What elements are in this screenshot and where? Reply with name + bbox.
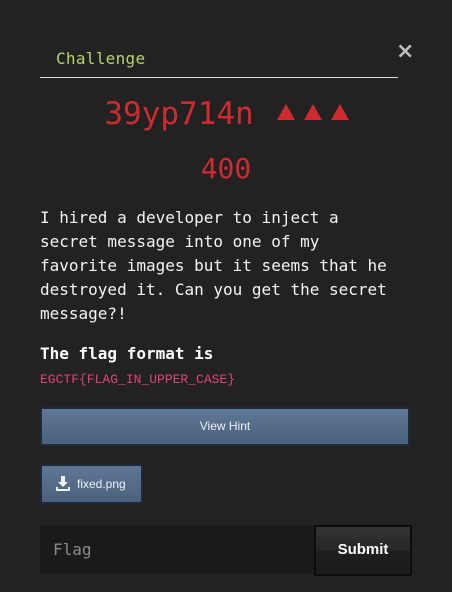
close-icon[interactable]: × xyxy=(396,40,414,64)
challenge-points: 400 xyxy=(200,152,252,185)
file-name: fixed.png xyxy=(77,477,126,491)
submit-button[interactable]: Submit xyxy=(314,525,412,576)
difficulty-indicator xyxy=(277,104,349,124)
flag-input[interactable] xyxy=(40,525,315,574)
challenge-description: I hired a developer to inject a secret m… xyxy=(40,208,387,323)
flag-format-heading: The flag format is xyxy=(40,344,214,363)
download-icon xyxy=(56,476,70,491)
view-hint-button[interactable]: View Hint xyxy=(40,407,410,446)
flag-format-code: EGCTF{FLAG_IN_UPPER_CASE} xyxy=(40,372,236,387)
tab-challenge[interactable]: Challenge xyxy=(56,49,145,68)
triangle-icon xyxy=(277,104,296,120)
file-download-button[interactable]: fixed.png xyxy=(40,464,143,504)
challenge-header: 39yp714n xyxy=(0,94,452,138)
triangle-icon xyxy=(330,104,349,120)
challenge-title: 39yp714n xyxy=(104,96,254,132)
triangle-icon xyxy=(303,104,322,120)
tab-bar: Challenge xyxy=(40,46,398,78)
